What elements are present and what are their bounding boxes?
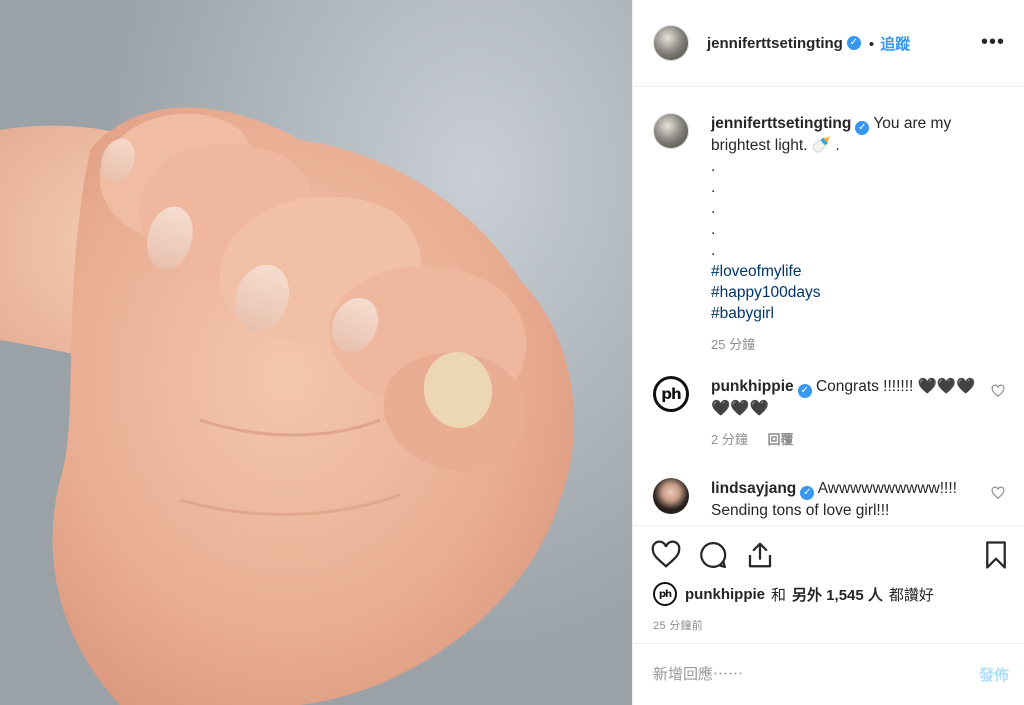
like-comment-heart-icon[interactable] xyxy=(991,384,1005,398)
post-timestamp[interactable]: 25 分鐘前 xyxy=(653,617,703,633)
more-options-icon[interactable]: ••• xyxy=(981,32,1005,52)
heart-icon[interactable] xyxy=(651,540,681,570)
author-avatar[interactable] xyxy=(653,25,689,61)
comment-meta: 2 分鐘 回覆 xyxy=(711,429,981,450)
verified-badge-icon: ✓ xyxy=(846,36,861,50)
liker-avatar[interactable]: ph xyxy=(653,582,677,606)
post-header: jenniferttsetingting ✓ • 追蹤 ••• xyxy=(633,0,1024,87)
caption-dot: . xyxy=(711,221,716,238)
comment-item: ph punkhippie ✓ Congrats !!!!!!! 🖤🖤🖤🖤🖤🖤 2… xyxy=(653,376,1005,450)
share-icon[interactable] xyxy=(745,540,775,570)
separator-dot: • xyxy=(868,35,875,53)
comments-area[interactable]: jenniferttsetingting ✓ You are my brighte… xyxy=(633,87,1024,525)
like-comment-heart-icon[interactable] xyxy=(991,486,1005,500)
verified-badge-icon: ✓ xyxy=(855,121,870,135)
post-side-panel: jenniferttsetingting ✓ • 追蹤 ••• jennifer… xyxy=(632,0,1024,705)
comment-item: lindsayjang ✓ Awwwwwwwwww!!!! Sending ton… xyxy=(653,478,1005,521)
likes-suffix: 都讚好 xyxy=(888,586,934,604)
caption-avatar[interactable] xyxy=(653,113,689,149)
caption-dot: . xyxy=(711,242,716,259)
header-separator: • 追蹤 xyxy=(869,33,910,54)
bookmark-icon[interactable] xyxy=(981,540,1011,570)
commenter-avatar[interactable]: ph xyxy=(653,376,689,412)
verified-badge-icon: ✓ xyxy=(797,384,812,398)
comment-time[interactable]: 2 分鐘 xyxy=(711,432,748,447)
caption-username[interactable]: jenniferttsetingting xyxy=(711,115,851,132)
likes-and: 和 xyxy=(771,586,787,604)
verified-badge-icon: ✓ xyxy=(800,486,815,500)
likes-others[interactable]: 另外 1,545 人 xyxy=(792,584,883,605)
hashtag-link[interactable]: #babygirl xyxy=(711,303,1005,324)
caption-time[interactable]: 25 分鐘 xyxy=(711,337,755,352)
comment-input[interactable] xyxy=(653,666,979,683)
caption: jenniferttsetingting ✓ You are my brighte… xyxy=(653,113,1005,355)
caption-meta: 25 分鐘 xyxy=(711,334,1005,355)
comment-icon[interactable] xyxy=(698,540,728,570)
hashtag-link[interactable]: #happy100days xyxy=(711,282,1005,303)
caption-dot: . xyxy=(711,200,716,217)
liker-username[interactable]: punkhippie xyxy=(685,586,765,603)
hashtag-link[interactable]: #loveofmylife xyxy=(711,261,1005,282)
post-actions: ph punkhippie 和 另外 1,545 人 都讚好 25 分鐘前 xyxy=(633,525,1024,643)
follow-button[interactable]: 追蹤 xyxy=(880,36,910,53)
post-photo[interactable] xyxy=(0,0,632,705)
baby-hand-illustration xyxy=(0,107,575,705)
add-comment-bar: 發佈 xyxy=(633,643,1024,705)
commenter-username[interactable]: punkhippie xyxy=(711,378,794,395)
likes-summary: ph punkhippie 和 另外 1,545 人 都讚好 xyxy=(653,582,934,606)
caption-dot: . xyxy=(711,179,716,196)
commenter-avatar[interactable] xyxy=(653,478,689,514)
post-comment-button[interactable]: 發佈 xyxy=(979,664,1009,685)
commenter-username[interactable]: lindsayjang xyxy=(711,480,796,497)
caption-dot: . xyxy=(711,158,716,175)
reply-button[interactable]: 回覆 xyxy=(767,432,793,447)
author-username[interactable]: jenniferttsetingting xyxy=(707,35,843,52)
